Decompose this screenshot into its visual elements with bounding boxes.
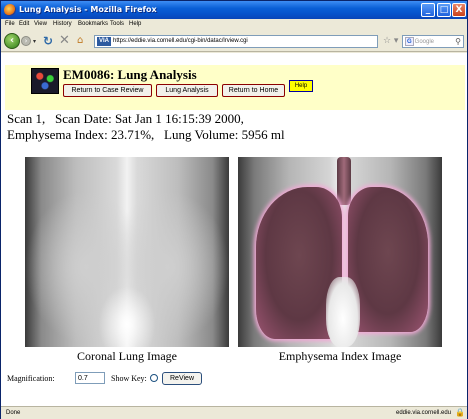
menu-bookmarks[interactable]: Bookmarks: [78, 21, 108, 27]
emphysema-index-image: [238, 157, 442, 347]
site-identity-badge[interactable]: VIA: [97, 37, 112, 46]
maximize-button[interactable]: □: [437, 3, 451, 17]
firefox-logo-icon: [4, 4, 16, 16]
page-title: EM0086: Lung Analysis: [63, 67, 197, 82]
return-to-case-review-button[interactable]: Return to Case Review: [63, 84, 152, 97]
back-arrow-icon[interactable]: ‹: [4, 33, 20, 49]
review-button[interactable]: ReView: [162, 372, 202, 385]
magnification-input[interactable]: [75, 372, 105, 384]
menu-view[interactable]: View: [34, 21, 47, 27]
heart-region: [326, 277, 360, 347]
emphysema-info: Emphysema Index: 23.71%, Lung Volume: 59…: [7, 127, 285, 142]
home-icon[interactable]: ⌂: [77, 35, 83, 46]
search-engine-icon[interactable]: G: [405, 37, 414, 46]
scan-info: Scan 1, Scan Date: Sat Jan 1 16:15:39 20…: [7, 111, 244, 126]
help-button[interactable]: Help: [289, 80, 313, 92]
page-content: EM0086: Lung Analysis Return to Case Rev…: [1, 53, 467, 406]
url-text: https://eddie.via.cornell.edu/cgi-bin/da…: [113, 38, 248, 44]
magnification-label: Magnification:: [7, 374, 55, 383]
status-host: eddie.via.cornell.edu: [396, 410, 452, 416]
browser-window: Lung Analysis - Mozilla Firefox _ □ X Fi…: [0, 0, 468, 419]
lung-analysis-button[interactable]: Lung Analysis: [156, 84, 218, 97]
trachea-region: [337, 157, 351, 205]
stop-icon[interactable]: ✕: [59, 33, 70, 48]
emphysema-image-caption: Emphysema Index Image: [278, 349, 402, 363]
minimize-button[interactable]: _: [421, 3, 435, 17]
status-bar: Done eddie.via.cornell.edu 🔒: [1, 406, 467, 419]
menu-bar: File Edit View History Bookmarks Tools H…: [1, 19, 467, 30]
navigation-toolbar: ‹ › ▾ ↻ ✕ ⌂ VIA https://eddie.via.cornell…: [1, 30, 467, 52]
forward-arrow-icon[interactable]: ›: [21, 36, 31, 46]
lung-logo-icon: [31, 68, 59, 94]
status-text: Done: [6, 410, 21, 416]
right-lung-region: [348, 187, 428, 332]
coronal-lung-image: [25, 157, 229, 347]
search-input[interactable]: G Google ⚲: [402, 35, 464, 48]
return-to-home-button[interactable]: Return to Home: [222, 84, 285, 97]
show-key-label: Show Key:: [111, 374, 147, 383]
close-button[interactable]: X: [452, 3, 466, 17]
title-bar[interactable]: Lung Analysis - Mozilla Firefox _ □ X: [1, 1, 467, 19]
menu-help[interactable]: Help: [129, 21, 141, 27]
history-dropdown-icon[interactable]: ▾: [33, 38, 36, 45]
window-title: Lung Analysis - Mozilla Firefox: [19, 5, 157, 14]
bookmark-star-icon[interactable]: ☆ ▾: [383, 36, 398, 46]
menu-history[interactable]: History: [53, 21, 72, 27]
lock-icon[interactable]: 🔒: [455, 408, 465, 417]
show-key-radio[interactable]: [150, 374, 158, 382]
coronal-image-caption: Coronal Lung Image: [77, 349, 177, 363]
reload-icon[interactable]: ↻: [43, 34, 53, 48]
menu-edit[interactable]: Edit: [19, 21, 29, 27]
menu-file[interactable]: File: [5, 21, 15, 27]
search-placeholder: Google: [414, 39, 435, 45]
url-bar[interactable]: VIA https://eddie.via.cornell.edu/cgi-bin…: [94, 35, 378, 48]
search-icon[interactable]: ⚲: [455, 36, 461, 47]
menu-tools[interactable]: Tools: [110, 21, 124, 27]
